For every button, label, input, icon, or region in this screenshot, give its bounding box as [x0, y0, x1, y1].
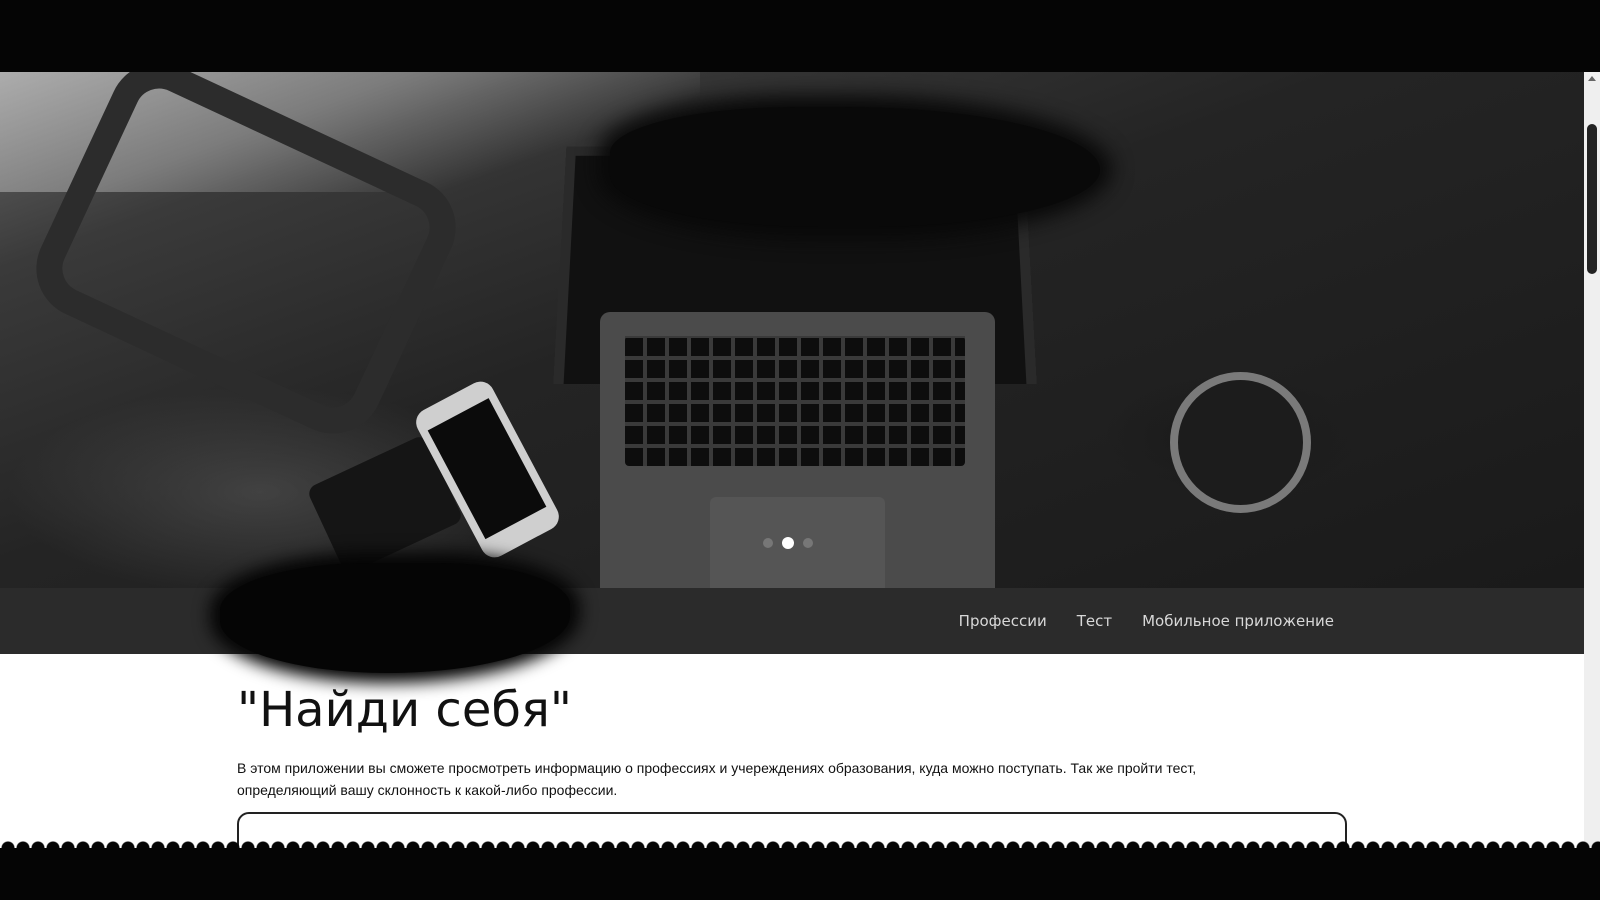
nav-links: Профессии Тест Мобильное приложение — [959, 588, 1334, 654]
top-obscured-area — [0, 0, 1600, 84]
carousel-indicator-1[interactable] — [763, 538, 773, 548]
caption-obscured — [610, 107, 1100, 227]
hero-cup — [1170, 372, 1311, 513]
brand-obscured — [220, 563, 570, 673]
carousel-indicators — [763, 537, 813, 549]
hero-keyboard — [625, 336, 965, 466]
nav-link-test[interactable]: Тест — [1077, 612, 1112, 630]
nav-link-professions[interactable]: Профессии — [959, 612, 1047, 630]
page-viewport: Профессии Тест Мобильное приложение "Най… — [0, 72, 1584, 860]
carousel-indicator-2[interactable] — [782, 537, 794, 549]
page-title: "Найди себя" — [237, 682, 572, 738]
nav-link-mobile-app[interactable]: Мобильное приложение — [1142, 612, 1334, 630]
scrollbar[interactable] — [1584, 72, 1600, 860]
navbar: Профессии Тест Мобильное приложение — [0, 563, 1584, 673]
hero-carousel[interactable] — [0, 72, 1584, 588]
scroll-thumb[interactable] — [1587, 124, 1597, 274]
intro-text: В этом приложении вы сможете просмотреть… — [237, 760, 1197, 798]
carousel-indicator-3[interactable] — [803, 538, 813, 548]
bottom-obscured-area — [0, 840, 1600, 900]
scroll-up-icon[interactable] — [1588, 76, 1596, 81]
